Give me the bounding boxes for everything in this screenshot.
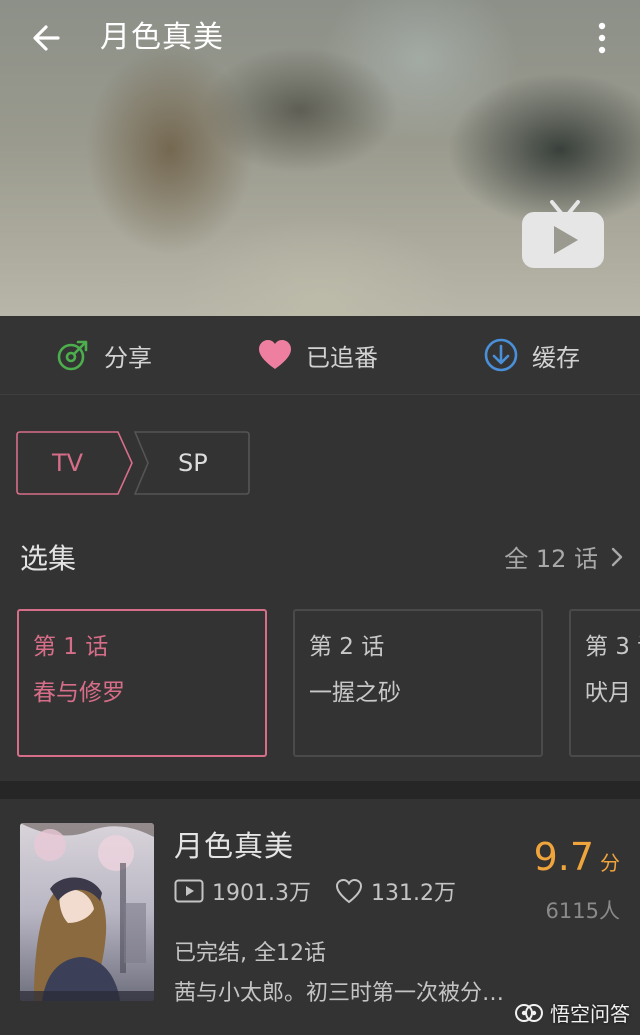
all-episodes-link[interactable]: 全 12 话 — [504, 539, 624, 574]
all-episodes-label: 全 12 话 — [504, 545, 598, 573]
action-bar: 分享 已追番 缓存 — [0, 316, 640, 395]
episode-name: 春与修罗 — [33, 680, 125, 706]
follow-label: 已追番 — [306, 343, 378, 372]
play-count: 1901.3万 — [174, 875, 311, 907]
chevron-right-icon — [611, 547, 623, 566]
rating-unit: 分 — [600, 851, 620, 875]
more-button[interactable] — [586, 18, 618, 58]
share-button[interactable]: 分享 — [56, 316, 152, 394]
top-bar: 月色真美 — [0, 0, 640, 80]
cache-label: 缓存 — [532, 343, 580, 372]
episode-number: 第 2 话 — [309, 634, 385, 660]
airing-status: 已完结, 全12话 — [174, 941, 326, 966]
episodes-section: TV SP 选集 全 12 话 第 1 话 春与修罗 第 2 话 一握之砂 第 … — [0, 395, 640, 781]
play-button[interactable] — [520, 198, 606, 274]
tab-sp-label: SP — [178, 449, 208, 477]
heart-outline-icon — [335, 878, 362, 904]
heart-icon — [259, 340, 291, 369]
play-count-value: 1901.3万 — [212, 881, 311, 906]
follow-button[interactable]: 已追番 — [258, 316, 378, 394]
rating-value: 9.7 — [533, 835, 594, 879]
watermark-text: 悟空问答 — [550, 1002, 630, 1026]
tab-sp[interactable]: SP — [134, 431, 250, 495]
anime-cover-image[interactable] — [20, 823, 154, 1001]
section-divider — [0, 781, 640, 799]
favorite-count-value: 131.2万 — [370, 881, 456, 906]
rater-count: 6115人 — [545, 899, 620, 923]
share-label: 分享 — [104, 343, 152, 372]
back-button[interactable] — [28, 18, 72, 58]
rating-score: 9.7 分 — [534, 835, 620, 879]
watermark: 悟空问答 — [514, 998, 630, 1027]
episode-list[interactable]: 第 1 话 春与修罗 第 2 话 一握之砂 第 3 话 吠月 — [0, 609, 640, 761]
episodes-title: 选集 — [20, 542, 77, 575]
favorite-count: 131.2万 — [335, 875, 456, 907]
anime-stats: 1901.3万 131.2万 — [174, 875, 480, 907]
tv-play-icon — [522, 200, 604, 268]
cover-illustration — [20, 823, 154, 1001]
share-icon — [57, 340, 88, 371]
tab-tv-label: TV — [52, 449, 84, 477]
anime-title: 月色真美 — [174, 829, 295, 863]
play-count-icon — [174, 879, 204, 903]
episode-card[interactable]: 第 1 话 春与修罗 — [17, 609, 267, 757]
anime-description: 茜与小太郎。初三时第一次被分到同一个班级的两人 — [174, 981, 518, 1006]
download-icon — [484, 338, 518, 372]
episode-card[interactable]: 第 2 话 一握之砂 — [293, 609, 543, 757]
episode-card[interactable]: 第 3 话 吠月 — [569, 609, 640, 757]
page-title: 月色真美 — [100, 20, 224, 55]
wukong-logo-icon — [515, 1003, 543, 1022]
tab-tv[interactable]: TV — [16, 431, 134, 495]
cache-button[interactable]: 缓存 — [484, 316, 580, 394]
arrow-left-icon — [33, 25, 60, 51]
episode-number: 第 3 话 — [585, 634, 640, 660]
episode-number: 第 1 话 — [33, 634, 109, 660]
episode-name: 吠月 — [585, 680, 631, 706]
more-vertical-icon — [598, 22, 606, 54]
episode-name: 一握之砂 — [309, 680, 401, 706]
